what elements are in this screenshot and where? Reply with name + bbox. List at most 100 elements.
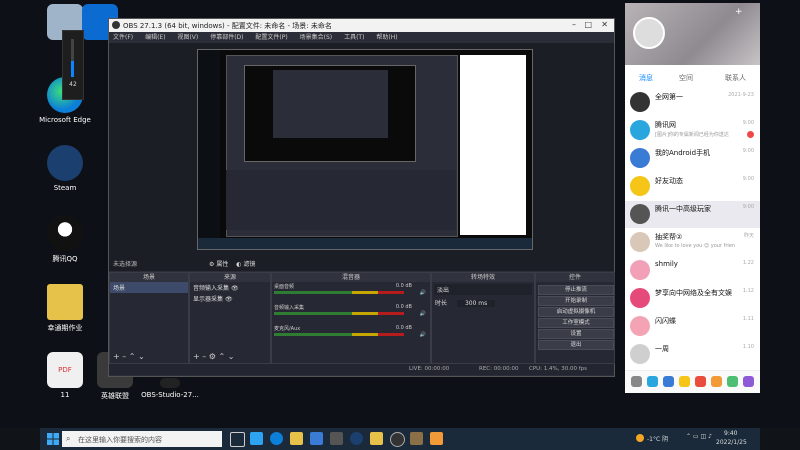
contact-name: 腾讯网 xyxy=(655,121,676,129)
tab-space[interactable]: 空间 xyxy=(679,73,693,83)
clock-date[interactable]: 2022/1/25 xyxy=(716,439,747,446)
tab-messages[interactable]: 消息 xyxy=(639,73,653,83)
contact-item[interactable]: shmily 1.22 xyxy=(625,257,760,284)
menu-edit[interactable]: 编辑(E) xyxy=(145,34,165,41)
contact-item[interactable]: 抽奖帮② We like to love you 😊 your friends 昨天 xyxy=(625,229,760,256)
edge-taskbar-icon[interactable] xyxy=(270,432,283,445)
settings-button[interactable]: 设置 xyxy=(538,329,614,339)
contact-item[interactable]: 一周 1.10 xyxy=(625,341,760,368)
close-icon[interactable]: ✕ xyxy=(601,20,608,29)
studio-mode-button[interactable]: 工作室模式 xyxy=(538,318,614,328)
scenes-dock-footer: + – ⌃ ⌄ xyxy=(113,352,145,361)
obs-window-title: OBS 27.1.3 (64 bit, windows) - 配置文件: 未命名… xyxy=(123,22,332,30)
speaker-icon[interactable]: 🔊 xyxy=(420,290,426,296)
tray-icons[interactable]: ⌃ ▭ ◫ ♪ xyxy=(686,433,712,440)
store-icon[interactable] xyxy=(310,432,323,445)
menu-docks[interactable]: 停靠部件(D) xyxy=(210,34,243,41)
filters-button[interactable]: 滤镜 xyxy=(243,261,255,268)
eye-icon[interactable]: 👁 xyxy=(225,296,233,303)
maximize-icon[interactable]: □ xyxy=(584,20,592,29)
widgets-icon[interactable] xyxy=(250,432,263,445)
preview-canvas[interactable] xyxy=(197,49,533,250)
menu-icon[interactable] xyxy=(631,376,642,387)
scenes-dock: 场景 场景 + – ⌃ ⌄ xyxy=(109,272,189,364)
speaker-icon[interactable]: 🔊 xyxy=(420,311,426,317)
weather-text[interactable]: -1°C 阴 xyxy=(647,434,668,443)
app-taskbar-icon[interactable] xyxy=(330,432,343,445)
minimize-icon[interactable]: – xyxy=(572,20,576,29)
avatar xyxy=(630,120,650,140)
contact-item[interactable]: 梦享向中网络及全有文娱 1.12 xyxy=(625,285,760,312)
transition-select[interactable]: 淡出 xyxy=(434,284,532,295)
move-down-icon[interactable]: ⌄ xyxy=(138,352,145,361)
scene-item[interactable]: 场景 xyxy=(110,282,188,293)
desktop-icon-folder[interactable]: 幸通期作业 xyxy=(35,284,95,333)
filter-icon[interactable]: ◐ xyxy=(236,261,241,268)
penguin-icon[interactable] xyxy=(711,376,722,387)
stop-streaming-button[interactable]: 停止推流 xyxy=(538,285,614,295)
contact-time: 昨天 xyxy=(743,233,754,239)
task-view-icon[interactable] xyxy=(230,432,245,447)
avatar[interactable] xyxy=(633,17,665,49)
obs-taskbar-icon[interactable] xyxy=(390,432,405,447)
qq-panel: + 消息 空间 联系人 全网第一 2021-9-23 腾讯网 [图片]你的专属新闻已经… xyxy=(625,3,760,393)
menu-help[interactable]: 帮助(H) xyxy=(376,34,397,41)
contact-item[interactable]: 全网第一 2021-9-23 xyxy=(625,89,760,116)
explorer-icon[interactable] xyxy=(290,432,303,445)
remove-icon[interactable]: – xyxy=(122,352,126,361)
menu-view[interactable]: 视图(V) xyxy=(177,34,198,41)
desktop-icon-qq[interactable]: 腾讯QQ xyxy=(35,215,95,264)
move-down-icon[interactable]: ⌄ xyxy=(228,352,235,361)
properties-button[interactable]: 属性 xyxy=(216,261,228,268)
contact-item[interactable]: 好友动态 9:00 xyxy=(625,173,760,200)
video-icon[interactable] xyxy=(727,376,738,387)
contact-item[interactable]: 闪闪蝶 1.11 xyxy=(625,313,760,340)
clock-time[interactable]: 9:40 xyxy=(724,430,737,437)
desktop-icon-obs[interactable]: OBS-Studio-27... xyxy=(140,378,200,399)
gear-icon[interactable]: ⚙ xyxy=(209,352,216,361)
start-recording-button[interactable]: 开始录制 xyxy=(538,296,614,306)
virtual-camera-button[interactable]: 启动虚拟摄像机 xyxy=(538,307,614,317)
eye-icon[interactable]: 👁 xyxy=(231,285,239,292)
add-icon[interactable]: + xyxy=(113,352,120,361)
mail-icon[interactable] xyxy=(663,376,674,387)
windows-start-icon[interactable] xyxy=(46,432,60,446)
avatar xyxy=(630,344,650,364)
exit-button[interactable]: 退出 xyxy=(538,340,614,350)
menu-tools[interactable]: 工具(T) xyxy=(344,34,364,41)
taskbar-search[interactable]: ⌕ 在这里输入你要搜索的内容 xyxy=(62,431,222,447)
avatar xyxy=(630,176,650,196)
move-up-icon[interactable]: ⌃ xyxy=(129,352,136,361)
game-taskbar-icon[interactable] xyxy=(410,432,423,445)
plus-icon[interactable]: + xyxy=(735,7,743,17)
volume-fill xyxy=(71,61,74,77)
menu-profile[interactable]: 配置文件(P) xyxy=(255,34,287,41)
menu-scene-collection[interactable]: 场景集合(S) xyxy=(300,34,333,41)
game-icon[interactable] xyxy=(695,376,706,387)
steam-taskbar-icon[interactable] xyxy=(350,432,363,445)
contact-message: We like to love you 😊 your friends xyxy=(655,243,735,249)
contact-item[interactable]: 我的Android手机 9:00 xyxy=(625,145,760,172)
source-item[interactable]: 音频输入采集 👁 xyxy=(190,282,270,293)
menu-file[interactable]: 文件(F) xyxy=(113,34,133,41)
remove-icon[interactable]: – xyxy=(202,352,206,361)
contact-item[interactable]: 腾讯一中高级玩家 9:00 xyxy=(625,201,760,228)
source-item[interactable]: 显示器采集 👁 xyxy=(190,293,270,304)
star-icon[interactable] xyxy=(679,376,690,387)
move-up-icon[interactable]: ⌃ xyxy=(219,352,226,361)
speaker-icon[interactable]: 🔊 xyxy=(420,332,426,338)
avatar xyxy=(630,316,650,336)
duration-input[interactable]: 300 ms xyxy=(456,300,496,307)
tab-contacts[interactable]: 联系人 xyxy=(725,73,746,83)
gear-icon[interactable]: ⚙ xyxy=(209,261,214,268)
contact-item[interactable]: 腾讯网 [图片]你的专属新闻已经为你送达 9:00 xyxy=(625,117,760,144)
add-icon[interactable]: + xyxy=(193,352,200,361)
folder-taskbar-icon[interactable] xyxy=(370,432,383,445)
apps-icon[interactable] xyxy=(743,376,754,387)
contacts-icon[interactable] xyxy=(647,376,658,387)
qq-taskbar-icon[interactable] xyxy=(430,432,443,445)
volume-flyout[interactable]: 42 xyxy=(62,30,84,100)
avatar xyxy=(630,232,650,252)
desktop-icon-steam[interactable]: Steam xyxy=(35,145,95,192)
avatar xyxy=(630,92,650,112)
